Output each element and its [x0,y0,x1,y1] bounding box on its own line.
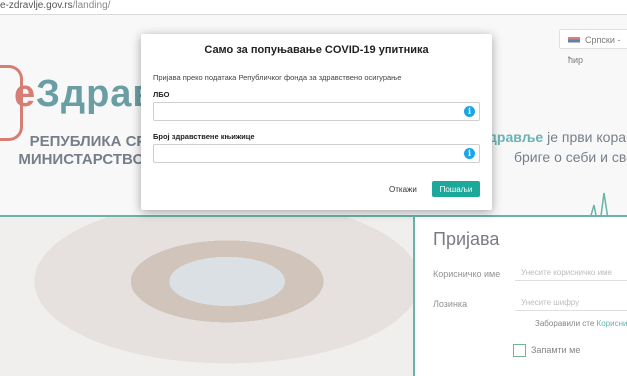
health-card-label: Број здравствене књижице [153,132,255,141]
send-button[interactable]: Пошаљи [432,181,480,197]
browser-address-bar[interactable]: e-zdravlje.gov.rs/landing/ [0,0,627,15]
url-path: /landing/ [72,0,111,11]
covid-questionnaire-modal: Само за попуњавање COVID-19 упитника При… [141,34,492,210]
modal-description: Пријава преко података Републичког фонда… [153,73,402,82]
lbo-label: ЛБО [153,90,170,99]
modal-title: Само за попуњавање COVID-19 упитника [204,44,429,56]
info-icon[interactable]: i [464,106,475,117]
info-icon[interactable]: i [464,148,475,159]
cancel-button[interactable]: Откажи [385,182,421,197]
health-card-input[interactable]: i [153,144,480,163]
lbo-input[interactable]: i [153,102,480,121]
url-host: e-zdravlje.gov.rs [0,0,73,11]
